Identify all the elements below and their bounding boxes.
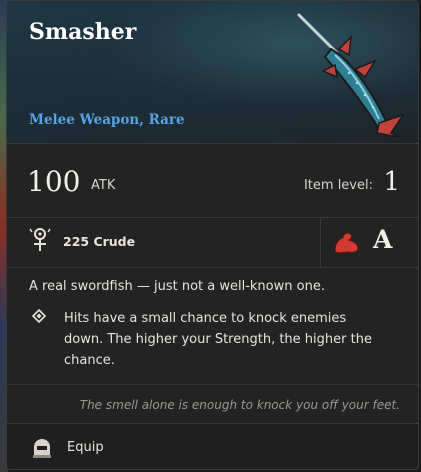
item-tooltip-card: Smasher Melee Weapon, Rare 100 ATK Item … <box>6 0 419 470</box>
attack-unit: ATK <box>91 178 116 193</box>
item-header: Smasher Melee Weapon, Rare <box>7 1 418 144</box>
strength-arm-icon <box>334 232 359 254</box>
item-type-rarity: Melee Weapon, Rare <box>29 112 185 128</box>
lore-divider <box>7 384 418 385</box>
requirement-row: 225 Crude A <box>7 217 418 268</box>
item-level-value: 1 <box>383 167 400 197</box>
item-description: A real swordfish — just not a well-known… <box>29 279 325 294</box>
item-lore-text: The smell alone is enough to knock you o… <box>79 398 400 412</box>
attack-stats-row: 100 ATK Item level: 1 <box>7 143 418 218</box>
crude-material-icon <box>29 228 51 251</box>
equip-label: Equip <box>67 440 104 455</box>
swordfish-weapon-icon <box>297 13 405 138</box>
item-name: Smasher <box>29 19 137 45</box>
diamond-bullet-icon <box>32 309 46 323</box>
item-ability-text: Hits have a small chance to knock enemie… <box>64 311 372 368</box>
equip-action[interactable]: Equip <box>7 423 418 469</box>
requirement-text: 225 Crude <box>63 234 136 249</box>
equip-helmet-icon <box>33 439 51 458</box>
strength-scaling-grade: A <box>373 225 393 254</box>
item-level-label: Item level: <box>303 178 373 193</box>
attack-value: 100 <box>27 165 81 198</box>
requirement-divider <box>320 217 321 267</box>
